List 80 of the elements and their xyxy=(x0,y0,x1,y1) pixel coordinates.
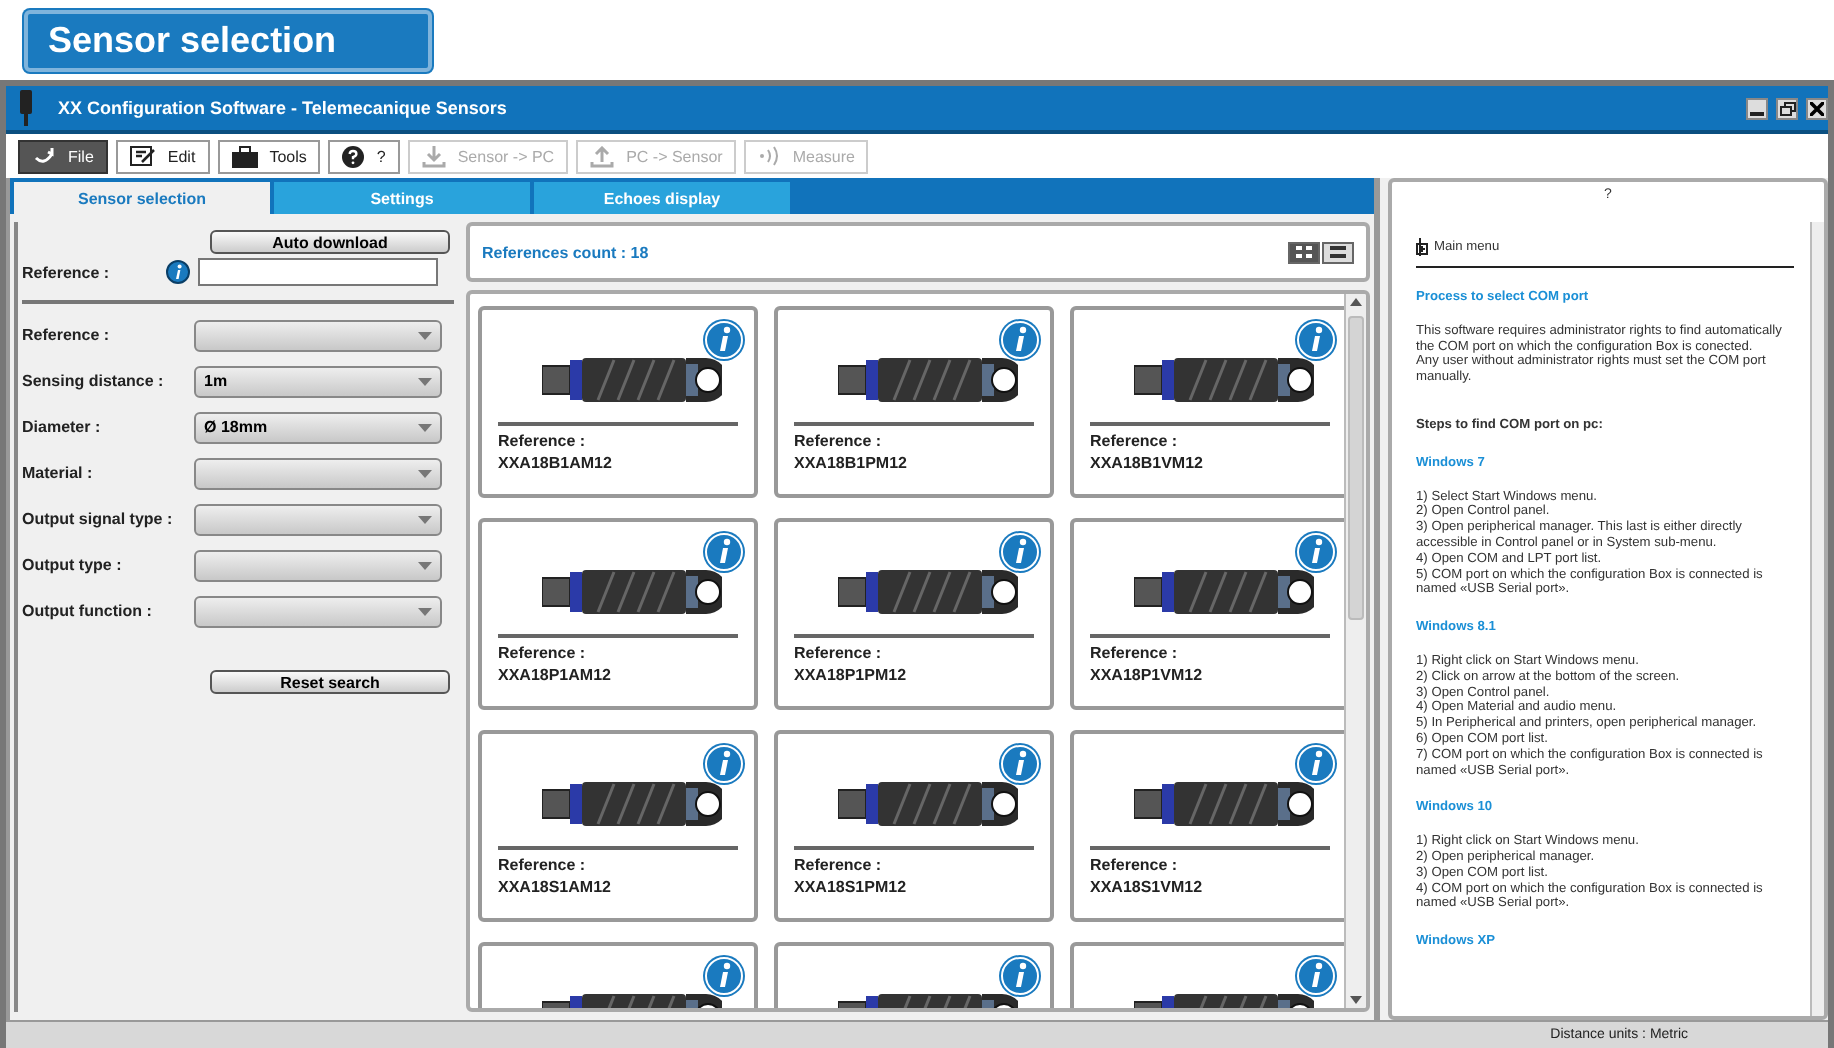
reference-label: Reference : xyxy=(1090,430,1180,452)
field-label: Output function : xyxy=(22,602,154,620)
auto-download-button[interactable]: Auto download xyxy=(210,230,450,254)
grid-view-button[interactable] xyxy=(1288,241,1320,263)
tree-icon xyxy=(1416,238,1432,256)
reference-label: Reference : xyxy=(1090,854,1180,876)
help-icon xyxy=(342,145,365,167)
sensor-card[interactable]: Reference : XXA18S1PM12 xyxy=(774,730,1054,922)
window-title: XX Configuration Software - Telemecanique Sensors xyxy=(58,98,509,118)
reference-input[interactable] xyxy=(198,258,438,286)
scroll-down-icon[interactable] xyxy=(1346,990,1366,1008)
scrollbar[interactable] xyxy=(1344,294,1366,1008)
reference-code: XXA18P1VM12 xyxy=(1090,664,1205,686)
info-icon[interactable] xyxy=(166,260,190,284)
reference-label: Reference : xyxy=(498,854,588,876)
dropdown[interactable] xyxy=(194,595,442,627)
sensor-card[interactable]: Reference : XXA18B1AM12 xyxy=(478,306,758,498)
field-label: Output signal type : xyxy=(22,510,175,528)
tab[interactable]: Sensor selection xyxy=(14,182,270,214)
sensor-icon xyxy=(18,90,34,126)
dropdown[interactable] xyxy=(194,457,442,489)
field-label: Material : xyxy=(22,464,95,482)
toolbar-button[interactable]: Edit xyxy=(115,139,210,173)
reference-code: XXA18P1PM12 xyxy=(794,664,909,686)
sensor-card[interactable]: Reference : XXA18B1PM12 xyxy=(774,306,1054,498)
toolbar-button[interactable]: File xyxy=(18,139,108,173)
reference-label: Reference : xyxy=(794,642,884,664)
reference-label: Reference : xyxy=(498,642,588,664)
list-icon xyxy=(1330,246,1346,258)
reference-label: Reference : xyxy=(794,854,884,876)
restore-icon xyxy=(1779,101,1795,115)
dropdown[interactable]: Ø 18mm xyxy=(194,411,442,443)
caret-icon xyxy=(418,607,432,615)
reference-code: XXA18B1PM12 xyxy=(794,452,909,474)
signal-wave-icon xyxy=(758,146,781,166)
caret-icon xyxy=(418,423,432,431)
reference-label: Reference : xyxy=(794,430,884,452)
toolbar-button[interactable]: ? xyxy=(328,139,400,173)
minimize-button[interactable] xyxy=(1746,97,1768,119)
dropdown[interactable]: 1m xyxy=(194,365,442,397)
field-label: Output type : xyxy=(22,556,124,574)
caret-icon xyxy=(418,331,432,339)
upload-icon xyxy=(590,145,615,167)
toolbar-button[interactable]: Tools xyxy=(217,139,321,173)
reference-code: XXA18S1VM12 xyxy=(1090,876,1205,898)
field-label: Reference : xyxy=(22,326,112,344)
field-label: Reference : xyxy=(22,263,112,281)
reference-code: XXA18B1VM12 xyxy=(1090,452,1205,474)
briefcase-icon xyxy=(231,145,258,167)
reference-code: XXA18P1AM12 xyxy=(498,664,613,686)
sensor-card[interactable]: Reference : XXA18P1PM12 xyxy=(774,518,1054,710)
scrollbar[interactable] xyxy=(1810,222,1824,1016)
dropdown[interactable] xyxy=(194,319,442,351)
refresh-icon xyxy=(32,146,56,166)
restore-button[interactable] xyxy=(1776,97,1798,119)
reference-label: Reference : xyxy=(1090,642,1180,664)
close-icon xyxy=(1810,101,1824,115)
close-button[interactable] xyxy=(1806,97,1828,119)
references-count: References count : 18 xyxy=(482,243,649,261)
edit-icon xyxy=(129,145,156,167)
list-view-button[interactable] xyxy=(1322,241,1354,263)
reset-search-button[interactable]: Reset search xyxy=(210,670,450,694)
sensor-card[interactable]: Reference : XXA18S1AM12 xyxy=(478,730,758,922)
caret-icon xyxy=(418,377,432,385)
download-icon xyxy=(421,145,446,167)
grid-icon xyxy=(1296,246,1312,258)
caret-icon xyxy=(418,561,432,569)
sensor-card[interactable]: Reference : XXA18P1AM12 xyxy=(478,518,758,710)
field-label: Sensing distance : xyxy=(22,372,166,390)
field-label: Diameter : xyxy=(22,418,103,436)
caret-icon xyxy=(418,515,432,523)
scroll-up-icon[interactable] xyxy=(1346,294,1366,312)
dropdown[interactable] xyxy=(194,503,442,535)
caret-icon xyxy=(418,469,432,477)
page-title: Sensor selection xyxy=(24,9,432,71)
reference-code: XXA18S1PM12 xyxy=(794,876,909,898)
reference-code: XXA18B1AM12 xyxy=(498,452,614,474)
reference-label: Reference : xyxy=(498,430,588,452)
reference-code: XXA18S1AM12 xyxy=(498,876,613,898)
dropdown[interactable] xyxy=(194,549,442,581)
